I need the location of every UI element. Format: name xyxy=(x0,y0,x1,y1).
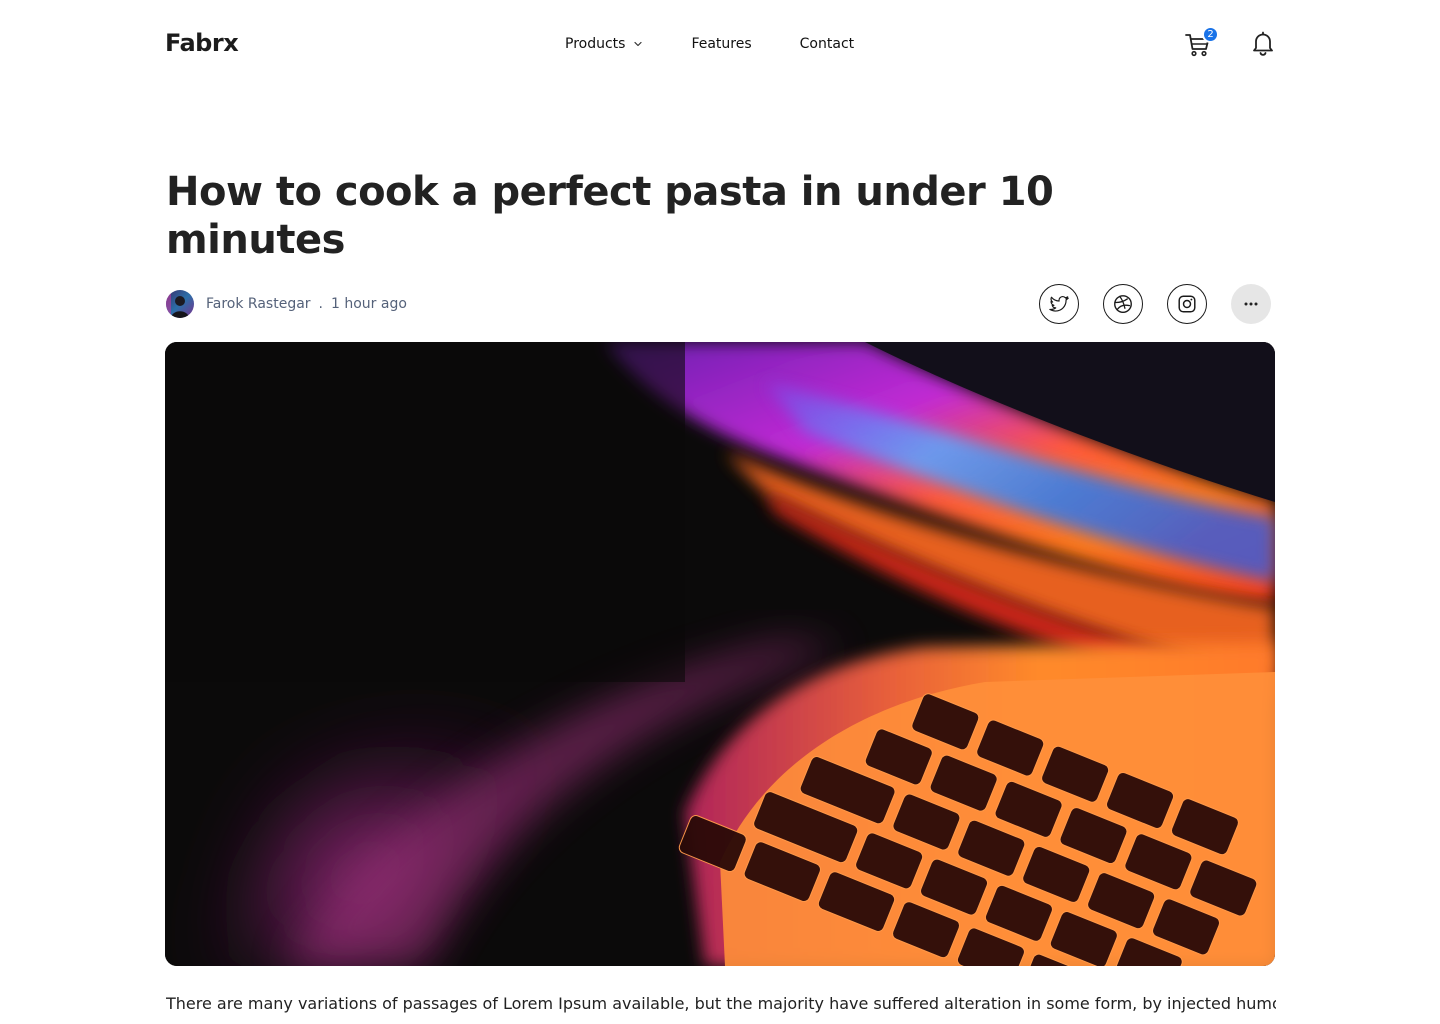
logo[interactable]: Fabrx xyxy=(165,29,239,57)
avatar[interactable] xyxy=(166,290,194,318)
author-name[interactable]: Farok Rastegar xyxy=(206,296,311,312)
twitter-icon xyxy=(1049,295,1069,312)
nav-item-products-label: Products xyxy=(565,36,626,52)
nav-item-contact[interactable]: Contact xyxy=(800,33,854,55)
main-nav: Products Features Contact xyxy=(565,33,854,55)
top-navigation-bar: Fabrx Products Features Contact 2 xyxy=(0,0,1440,88)
nav-item-features[interactable]: Features xyxy=(691,33,751,55)
laptop-photo xyxy=(165,342,1275,966)
post-time: 1 hour ago xyxy=(331,296,407,312)
article-meta: Farok Rastegar . 1 hour ago xyxy=(166,290,407,318)
nav-item-products[interactable]: Products xyxy=(565,33,643,55)
meta-separator: . xyxy=(318,296,323,312)
dribbble-icon xyxy=(1114,295,1132,313)
more-icon xyxy=(1244,302,1258,306)
article-title: How to cook a perfect pasta in under 10 … xyxy=(166,169,1054,263)
share-instagram-button[interactable] xyxy=(1167,284,1207,324)
article-hero-image xyxy=(165,342,1275,966)
share-dribbble-button[interactable] xyxy=(1103,284,1143,324)
instagram-icon xyxy=(1178,295,1196,313)
article-body: There are many variations of passages of… xyxy=(166,994,1276,1013)
share-twitter-button[interactable] xyxy=(1039,284,1079,324)
chevron-down-icon xyxy=(634,41,643,47)
bell-icon[interactable] xyxy=(1249,29,1277,57)
cart-count-badge: 2 xyxy=(1202,26,1219,43)
more-options-button[interactable] xyxy=(1231,284,1271,324)
